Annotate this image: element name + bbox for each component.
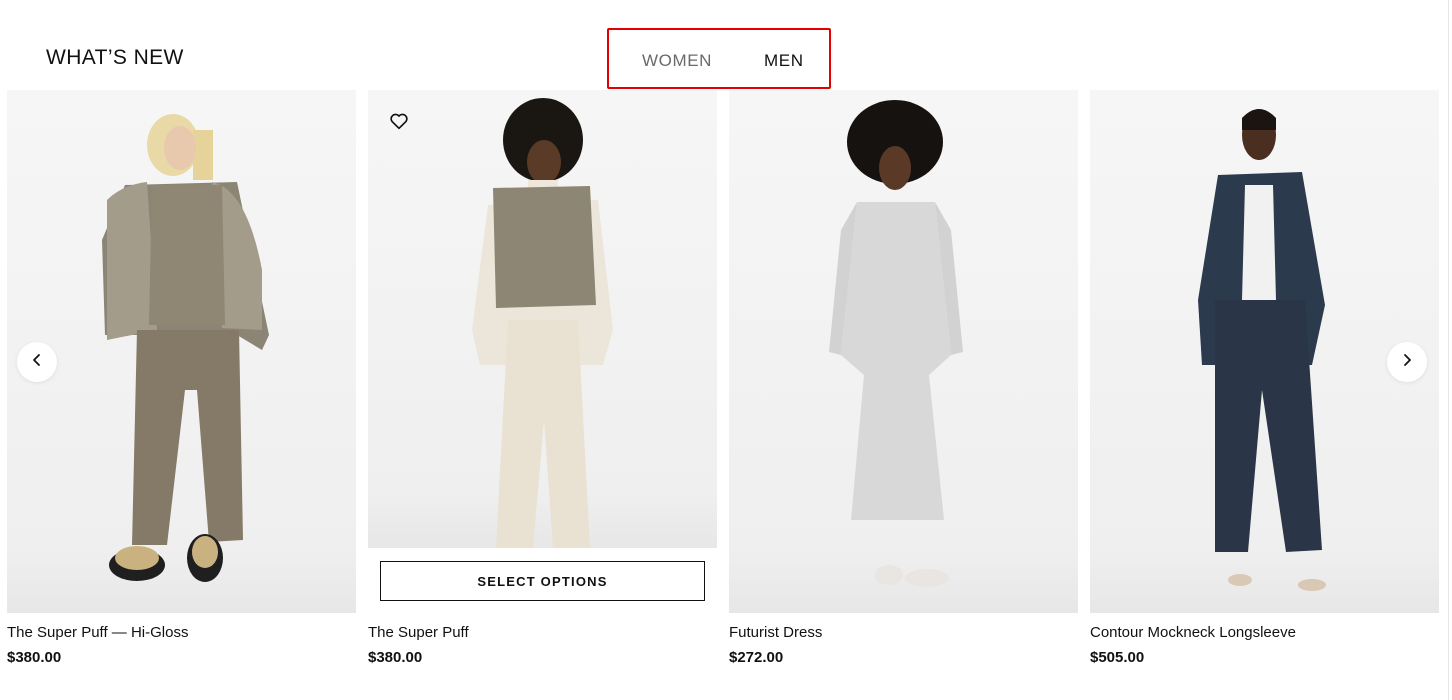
scrollbar-edge: [1448, 0, 1449, 700]
select-options-button[interactable]: SELECT OPTIONS: [380, 561, 705, 601]
product-name[interactable]: The Super Puff: [368, 624, 469, 641]
product-name[interactable]: Futurist Dress: [729, 624, 822, 641]
product-price: $272.00: [729, 649, 784, 666]
product-image[interactable]: [729, 90, 1078, 613]
product-card[interactable]: The Super Puff — Hi-Gloss $380.00: [7, 90, 356, 666]
product-image[interactable]: [368, 90, 717, 548]
product-name[interactable]: Contour Mockneck Longsleeve: [1090, 624, 1296, 641]
product-price: $380.00: [7, 649, 62, 666]
tab-women[interactable]: WOMEN: [642, 51, 712, 71]
whats-new-section: WHAT’S NEW WOMEN MEN The Super Puff — Hi…: [0, 0, 1452, 700]
chevron-left-icon: [30, 353, 44, 372]
product-image[interactable]: [1090, 90, 1439, 613]
heart-outline-icon[interactable]: [388, 110, 410, 132]
product-card[interactable]: SELECT OPTIONS The Super Puff $380.00: [368, 90, 717, 666]
chevron-right-icon: [1400, 353, 1414, 372]
carousel-next-button[interactable]: [1387, 342, 1427, 382]
product-name[interactable]: The Super Puff — Hi-Gloss: [7, 624, 188, 641]
tab-men[interactable]: MEN: [764, 51, 804, 71]
product-image[interactable]: [7, 90, 356, 613]
product-price: $505.00: [1090, 649, 1145, 666]
product-card[interactable]: Contour Mockneck Longsleeve $505.00: [1090, 90, 1439, 666]
gender-tabs: WOMEN MEN: [607, 28, 831, 89]
carousel-prev-button[interactable]: [17, 342, 57, 382]
product-card[interactable]: Futurist Dress $272.00: [729, 90, 1078, 666]
section-title: WHAT’S NEW: [46, 46, 184, 69]
product-price: $380.00: [368, 649, 423, 666]
